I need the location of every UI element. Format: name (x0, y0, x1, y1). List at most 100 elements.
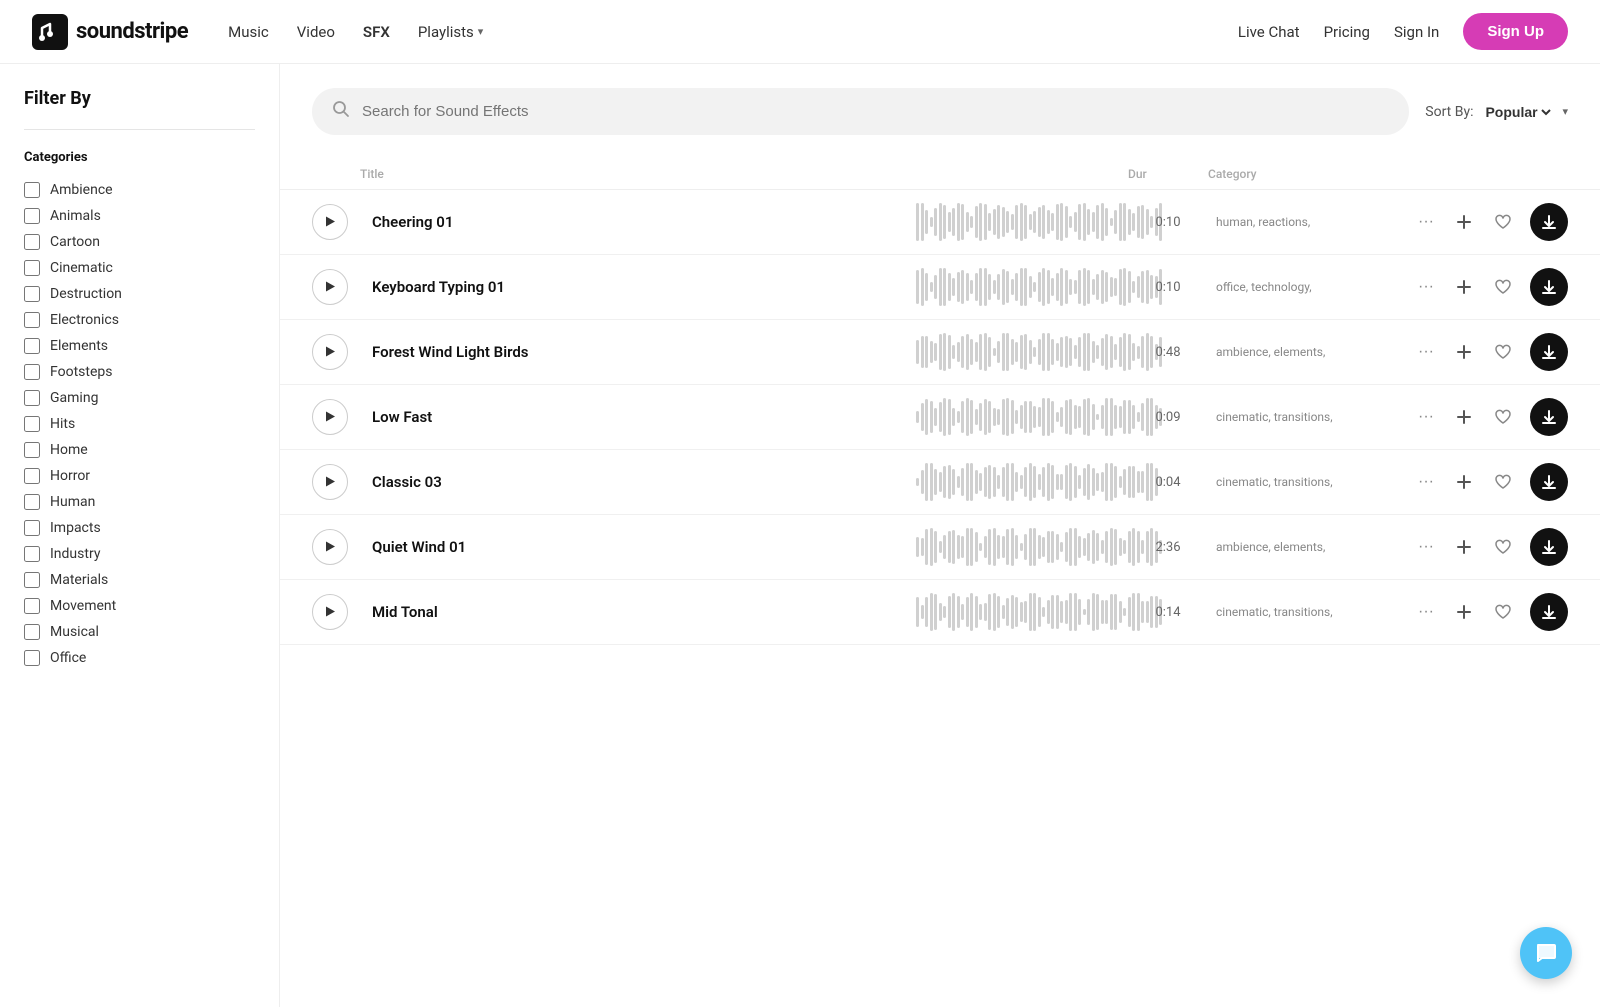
category-checkbox[interactable] (24, 260, 40, 276)
play-button[interactable] (312, 269, 348, 305)
logo[interactable]: soundstripe (32, 14, 188, 50)
download-button[interactable] (1530, 593, 1568, 631)
search-input[interactable] (362, 103, 1389, 120)
nav-video[interactable]: Video (297, 23, 335, 41)
category-item-office[interactable]: Office (24, 645, 255, 671)
waveform-bar (921, 268, 924, 306)
favorite-button[interactable] (1490, 600, 1516, 624)
waveform-bar (1123, 333, 1126, 371)
live-chat-link[interactable]: Live Chat (1238, 23, 1300, 41)
play-button[interactable] (312, 464, 348, 500)
waveform-bar (979, 403, 982, 431)
category-checkbox[interactable] (24, 442, 40, 458)
favorite-button[interactable] (1490, 470, 1516, 494)
play-button[interactable] (312, 594, 348, 630)
play-button[interactable] (312, 399, 348, 435)
favorite-button[interactable] (1490, 275, 1516, 299)
category-checkbox[interactable] (24, 234, 40, 250)
waveform-bar (1101, 600, 1104, 623)
waveform-bar (939, 603, 942, 621)
more-button[interactable]: ··· (1414, 339, 1438, 365)
more-button[interactable]: ··· (1414, 274, 1438, 300)
category-item-musical[interactable]: Musical (24, 619, 255, 645)
category-checkbox[interactable] (24, 338, 40, 354)
download-button[interactable] (1530, 333, 1568, 371)
download-button[interactable] (1530, 463, 1568, 501)
pricing-link[interactable]: Pricing (1324, 23, 1370, 41)
category-item-impacts[interactable]: Impacts (24, 515, 255, 541)
download-button[interactable] (1530, 398, 1568, 436)
waveform-bar (1096, 414, 1099, 420)
category-checkbox[interactable] (24, 364, 40, 380)
favorite-button[interactable] (1490, 210, 1516, 234)
signup-button[interactable]: Sign Up (1463, 13, 1568, 50)
waveform-bar (1038, 207, 1041, 238)
category-item-ambience[interactable]: Ambience (24, 177, 255, 203)
add-button[interactable] (1452, 535, 1476, 559)
add-button[interactable] (1452, 275, 1476, 299)
download-button[interactable] (1530, 203, 1568, 241)
more-button[interactable]: ··· (1414, 599, 1438, 625)
track-duration: 0:10 (1128, 215, 1208, 230)
category-item-hits[interactable]: Hits (24, 411, 255, 437)
add-button[interactable] (1452, 470, 1476, 494)
category-item-materials[interactable]: Materials (24, 567, 255, 593)
category-item-cartoon[interactable]: Cartoon (24, 229, 255, 255)
more-button[interactable]: ··· (1414, 469, 1438, 495)
category-checkbox[interactable] (24, 286, 40, 302)
more-button[interactable]: ··· (1414, 209, 1438, 235)
add-button[interactable] (1452, 340, 1476, 364)
nav-playlists[interactable]: Playlists ▾ (418, 23, 483, 41)
play-button[interactable] (312, 529, 348, 565)
favorite-button[interactable] (1490, 535, 1516, 559)
more-button[interactable]: ··· (1414, 404, 1438, 430)
category-item-animals[interactable]: Animals (24, 203, 255, 229)
category-item-elements[interactable]: Elements (24, 333, 255, 359)
category-checkbox[interactable] (24, 572, 40, 588)
category-checkbox[interactable] (24, 312, 40, 328)
category-checkbox[interactable] (24, 208, 40, 224)
category-item-cinematic[interactable]: Cinematic (24, 255, 255, 281)
add-button[interactable] (1452, 210, 1476, 234)
download-button[interactable] (1530, 268, 1568, 306)
add-button[interactable] (1452, 405, 1476, 429)
waveform-bar (1015, 205, 1018, 240)
category-item-destruction[interactable]: Destruction (24, 281, 255, 307)
waveform-bar (1060, 203, 1063, 241)
waveform-bar (1065, 532, 1068, 562)
sort-select[interactable]: Popular Newest Oldest (1481, 103, 1554, 121)
play-button[interactable] (312, 334, 348, 370)
waveform-bar (1083, 203, 1086, 241)
category-item-gaming[interactable]: Gaming (24, 385, 255, 411)
sign-in-link[interactable]: Sign In (1394, 23, 1439, 41)
chat-button[interactable] (1520, 927, 1572, 979)
category-checkbox[interactable] (24, 546, 40, 562)
more-button[interactable]: ··· (1414, 534, 1438, 560)
favorite-button[interactable] (1490, 405, 1516, 429)
category-item-industry[interactable]: Industry (24, 541, 255, 567)
waveform-bar (1038, 474, 1041, 490)
category-item-electronics[interactable]: Electronics (24, 307, 255, 333)
category-checkbox[interactable] (24, 416, 40, 432)
category-checkbox[interactable] (24, 390, 40, 406)
nav-music[interactable]: Music (228, 23, 269, 41)
category-item-horror[interactable]: Horror (24, 463, 255, 489)
chevron-down-icon: ▾ (478, 25, 484, 38)
download-button[interactable] (1530, 528, 1568, 566)
category-checkbox[interactable] (24, 494, 40, 510)
category-checkbox[interactable] (24, 650, 40, 666)
waveform-bar (993, 209, 996, 234)
nav-sfx[interactable]: SFX (363, 23, 390, 41)
category-checkbox[interactable] (24, 520, 40, 536)
play-button[interactable] (312, 204, 348, 240)
category-checkbox[interactable] (24, 182, 40, 198)
add-button[interactable] (1452, 600, 1476, 624)
category-checkbox[interactable] (24, 468, 40, 484)
category-checkbox[interactable] (24, 624, 40, 640)
category-item-footsteps[interactable]: Footsteps (24, 359, 255, 385)
category-checkbox[interactable] (24, 598, 40, 614)
category-item-movement[interactable]: Movement (24, 593, 255, 619)
category-item-home[interactable]: Home (24, 437, 255, 463)
favorite-button[interactable] (1490, 340, 1516, 364)
category-item-human[interactable]: Human (24, 489, 255, 515)
